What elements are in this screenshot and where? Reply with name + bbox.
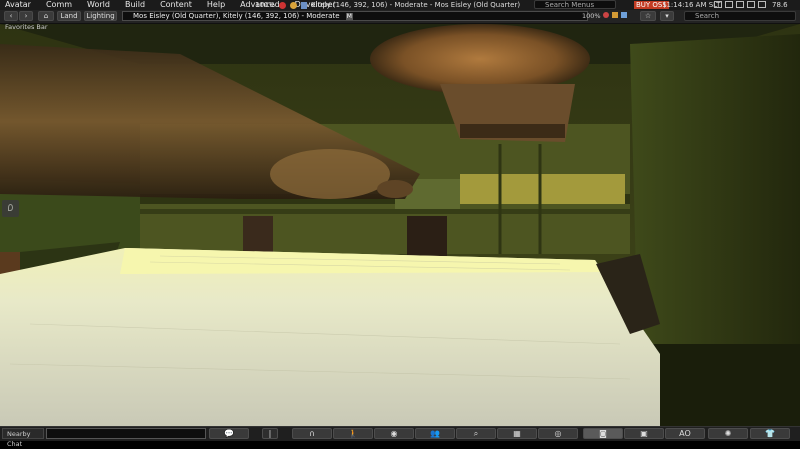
window-icon[interactable] [758, 1, 766, 8]
map-icon: ▦ [513, 429, 521, 438]
volume-icon[interactable] [725, 1, 733, 8]
navigation-bar: ‹ › ⌂ Land Lighting Mos Eisley (Old Quar… [0, 10, 800, 24]
appearance-button[interactable]: 👕 [750, 428, 790, 439]
region-info: Kitely (146, 392, 106) - Moderate - Mos … [311, 1, 521, 9]
snapshot-button[interactable]: ◙ [583, 428, 623, 439]
forward-button[interactable]: › [19, 11, 33, 21]
menu-bar: Avatar Comm World Build Content Help Adv… [0, 0, 800, 10]
move-button[interactable]: 🚶 [333, 428, 373, 439]
people-icon: 👥 [430, 429, 440, 438]
parcel-icon [290, 1, 298, 9]
maturity-badge: M [345, 13, 353, 20]
media-icon[interactable] [714, 1, 722, 8]
view-button[interactable]: ◉ [374, 428, 414, 439]
ao-button[interactable]: AO [665, 428, 705, 439]
menu-content[interactable]: Content [153, 0, 200, 10]
back-button[interactable]: ‹ [4, 11, 18, 21]
location-zoom: 100% [582, 12, 601, 20]
land-button[interactable]: Land [57, 11, 81, 21]
location-dropdown-button[interactable]: ▾ [660, 11, 674, 21]
lighting-button[interactable]: Lighting [84, 11, 117, 21]
home-icon: ⌂ [43, 12, 49, 20]
menu-build[interactable]: Build [118, 0, 153, 10]
avatar-icon: ✺ [724, 429, 732, 438]
people-button[interactable]: 👥 [415, 428, 455, 439]
search-icon: ⌕ [473, 429, 479, 438]
appearance-icon: 👕 [765, 429, 775, 438]
speakers-button[interactable]: ∩ [292, 428, 332, 439]
camera-icon: ◙ [599, 429, 607, 438]
script-icon [612, 12, 618, 18]
search-input[interactable]: Search [684, 11, 796, 21]
search-placeholder: Search [695, 12, 720, 20]
star-icon: ☆ [644, 12, 652, 20]
location-input[interactable]: Mos Eisley (Old Quarter), Kitely (146, 3… [122, 11, 588, 21]
home-button[interactable]: ⌂ [38, 11, 54, 21]
chat-button[interactable]: 💬 [209, 428, 249, 439]
zoom-level: 100% [255, 1, 276, 9]
minimap-icon: ◎ [554, 429, 562, 438]
chevron-left-icon: ‹ [9, 12, 13, 20]
fps-counter: 78.6 [772, 1, 788, 9]
minimap-button[interactable]: ◎ [538, 428, 578, 439]
favorite-button[interactable]: ☆ [640, 11, 656, 21]
nearby-chat-label[interactable]: Nearby Chat [2, 428, 44, 448]
monitor-icon[interactable] [736, 1, 744, 8]
menu-help[interactable]: Help [200, 0, 233, 10]
walk-icon: 🚶 [348, 429, 358, 438]
avatar-button[interactable]: ✺ [708, 428, 748, 439]
inventory-icon: ▣ [640, 429, 648, 438]
avatar-status-icon [301, 1, 308, 9]
inventory-button[interactable]: ▣ [624, 428, 664, 439]
headphones-icon: ∩ [309, 429, 315, 438]
network-icon[interactable] [747, 1, 755, 8]
favorites-bar: Favorites Bar [0, 23, 800, 31]
clock-time: 11:14:16 AM SLT [662, 1, 721, 9]
menu-world[interactable]: World [80, 0, 118, 10]
chevron-down-icon: ▾ [665, 12, 669, 20]
scene-render [0, 24, 800, 426]
chat-input[interactable] [46, 428, 206, 439]
bottom-toolbar: Nearby Chat 💬 | ∩ 🚶 ◉ 👥 ⌕ ▦ ◎ ◙ ▣ AO ✺ 👕 [0, 426, 800, 448]
location-text: Mos Eisley (Old Quarter), Kitely (146, 3… [133, 12, 340, 20]
map-button[interactable]: ▦ [497, 428, 537, 439]
voice-button[interactable]: | [262, 428, 278, 439]
menu-comm[interactable]: Comm [39, 0, 80, 10]
microphone-icon: | [268, 429, 272, 438]
health-icon [279, 1, 287, 9]
search-menus-input[interactable]: Search Menus [534, 0, 616, 9]
chat-icon: 💬 [224, 429, 234, 438]
location-pin-button[interactable] [2, 200, 19, 217]
menu-avatar[interactable]: Avatar [0, 0, 39, 10]
status-area: 100% Kitely (146, 392, 106) - Moderate -… [255, 0, 520, 10]
eye-icon: ◉ [390, 429, 398, 438]
world-viewport[interactable] [0, 24, 800, 426]
health-icon [603, 12, 609, 18]
system-icons [714, 1, 766, 8]
search-button[interactable]: ⌕ [456, 428, 496, 439]
favorites-bar-label: Favorites Bar [5, 23, 48, 31]
location-pin-icon [8, 204, 13, 211]
chevron-right-icon: › [24, 12, 28, 20]
avatar-icon [621, 12, 627, 18]
